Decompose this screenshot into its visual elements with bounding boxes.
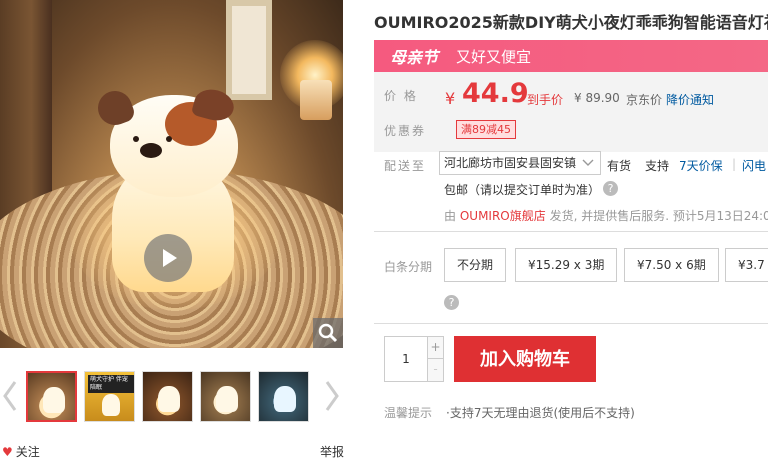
store-link[interactable]: OUMIRO旗舰店	[460, 209, 546, 223]
promo-slogan: 又好又便宜	[456, 47, 532, 66]
installment-option-3[interactable]: ¥15.29 x 3期	[515, 248, 618, 282]
heart-icon: ♥	[2, 444, 13, 459]
installment-option-12[interactable]: ¥3.7	[725, 248, 768, 282]
dog-left-eye	[133, 136, 139, 142]
hand-price-label: 到手价	[527, 93, 564, 107]
thumbnail-1[interactable]	[26, 371, 77, 422]
section-divider	[374, 323, 768, 324]
follow-label: 关注	[15, 445, 40, 459]
dog-right-eye	[166, 136, 172, 142]
price-panel: 价 格 ¥ 44.9 到手价 ¥ 89.90 京东价 降价通知 优惠券 满89减…	[374, 72, 768, 152]
thumbnail-prev-button[interactable]	[2, 378, 18, 414]
price-value: 44.9	[462, 78, 529, 109]
question-icon[interactable]: ?	[603, 181, 618, 196]
question-icon[interactable]: ?	[444, 295, 459, 310]
candle	[300, 80, 332, 120]
section-divider	[374, 231, 768, 232]
product-title: OUMIRO2025新款DIY萌犬小夜灯乖乖狗智能语音灯礼物	[374, 13, 768, 32]
price-drop-notify-link[interactable]: 降价通知	[666, 91, 714, 108]
thumbnail-3[interactable]	[142, 371, 193, 422]
background-shelf	[0, 0, 52, 220]
thumbnail-2[interactable]: 萌犬守护 伴宠陪眠	[84, 371, 135, 422]
thumbnail-next-button[interactable]	[324, 378, 340, 414]
video-play-button[interactable]	[144, 234, 192, 282]
add-to-cart-button[interactable]: 加入购物车	[454, 336, 596, 382]
shipping-label: 配送至	[384, 159, 427, 173]
installment-option-none[interactable]: 不分期	[444, 248, 507, 282]
magnifier-icon	[318, 323, 338, 343]
tips-text: ·支持7天无理由退货(使用后不支持)	[446, 406, 635, 420]
seller-info: 由 OUMIRO旗舰店 发货, 并提供售后服务. 预计5月13日24:00	[444, 207, 768, 224]
quantity-increase-button[interactable]: +	[428, 336, 444, 359]
follow-button[interactable]: ♥ 关注	[2, 443, 40, 460]
quantity-input[interactable]	[384, 336, 428, 382]
installment-option-6[interactable]: ¥7.50 x 6期	[624, 248, 719, 282]
flash-delivery-link[interactable]: 闪电	[742, 157, 766, 174]
thumbnail-strip: 萌犬守护 伴宠陪眠	[26, 371, 316, 422]
thumbnail-dog-figure	[216, 386, 238, 412]
seller-suffix: 发货, 并提供售后服务. 预计5月13日24:00	[549, 209, 768, 223]
chevron-right-icon	[325, 381, 339, 411]
installment-label: 白条分期	[384, 260, 433, 274]
address-selector[interactable]: 河北廊坊市固安县固安镇	[439, 151, 601, 175]
seller-prefix: 由	[444, 209, 457, 223]
thumbnail-dog-figure	[158, 386, 180, 412]
report-link[interactable]: 举报	[320, 443, 344, 460]
support-label: 支持	[645, 159, 670, 173]
thumbnail-4[interactable]	[200, 371, 251, 422]
product-page: 萌犬守护 伴宠陪眠 ♥ 关注 举报 OUMIRO2025新款DIY萌犬小夜灯乖乖…	[0, 0, 768, 461]
background-frame	[226, 0, 272, 100]
thumbnail-dog-figure	[274, 386, 296, 412]
price-currency: ¥	[445, 89, 456, 108]
zoom-button[interactable]	[313, 318, 343, 348]
stock-status: 有货	[607, 159, 632, 173]
thumbnail-5[interactable]	[258, 371, 309, 422]
divider-bar: |	[732, 157, 737, 171]
tips-label: 温馨提示	[384, 406, 433, 420]
thumbnail-dog-figure	[102, 394, 120, 416]
free-shipping-note: 包邮（请以提交订单时为准）	[444, 183, 601, 197]
main-product-image[interactable]	[0, 0, 343, 348]
quantity-decrease-button[interactable]: -	[428, 359, 444, 382]
price-protect-link[interactable]: 7天价保	[679, 157, 723, 174]
jd-price-label: 京东价	[626, 93, 663, 107]
thumbnail-2-caption: 萌犬守护 伴宠陪眠	[88, 375, 134, 393]
price-label: 价 格	[384, 89, 418, 103]
promo-banner: 母亲节 又好又便宜	[374, 40, 768, 72]
promo-tag: 母亲节	[390, 48, 439, 67]
chevron-left-icon	[3, 381, 17, 411]
coupon-badge[interactable]: 满89减45	[456, 120, 516, 139]
address-text: 河北廊坊市固安县固安镇	[444, 156, 577, 170]
hand-price-value: ¥ 89.90	[574, 91, 620, 105]
coupon-label: 优惠券	[384, 124, 427, 138]
chevron-down-icon	[582, 159, 594, 166]
dog-nose	[140, 143, 162, 158]
thumbnail-dog-figure	[43, 387, 65, 413]
